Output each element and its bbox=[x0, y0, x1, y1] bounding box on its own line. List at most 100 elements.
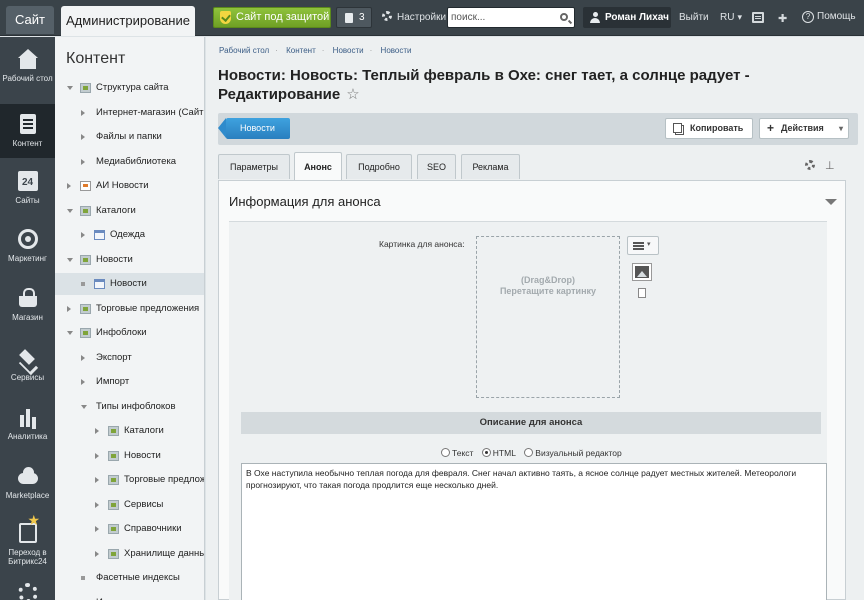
chevron-down-icon[interactable] bbox=[67, 208, 73, 213]
user-avatar-icon bbox=[590, 12, 600, 23]
chevron-right-icon[interactable] bbox=[81, 158, 85, 165]
search-input[interactable] bbox=[451, 10, 551, 25]
chevron-right-icon[interactable] bbox=[95, 428, 99, 434]
actions-button[interactable]: + Действия ▾ bbox=[759, 118, 849, 139]
notification-icon bbox=[345, 13, 353, 23]
tree-node[interactable]: Медиабиблиотека bbox=[55, 151, 204, 173]
image-menu-button[interactable] bbox=[627, 236, 659, 255]
chevron-right-icon[interactable] bbox=[67, 305, 71, 312]
tab-advertising[interactable]: Реклама bbox=[461, 154, 520, 179]
breadcrumb-item[interactable]: Контент bbox=[286, 46, 316, 55]
pin-icon[interactable]: ✚ bbox=[778, 12, 787, 25]
notifications-button[interactable]: 3 bbox=[336, 7, 372, 28]
radio-text[interactable]: Текст bbox=[441, 448, 473, 458]
tree-node[interactable]: Хранилище данных bbox=[55, 543, 204, 565]
user-menu[interactable]: Роман Лихач bbox=[583, 7, 671, 28]
image-icon[interactable] bbox=[632, 263, 652, 281]
nav-content[interactable]: Контент bbox=[0, 104, 55, 158]
tree-node[interactable]: Типы инфоблоков bbox=[55, 396, 204, 418]
nav-shop[interactable]: Магазин bbox=[0, 288, 55, 328]
breadcrumb-item[interactable]: Новости bbox=[333, 46, 364, 55]
chevron-right-icon[interactable] bbox=[95, 550, 99, 557]
chevron-right-icon[interactable] bbox=[95, 526, 99, 532]
tree-node[interactable]: Торговые предложения bbox=[55, 469, 204, 491]
back-to-list-button[interactable]: Новости bbox=[218, 118, 290, 139]
tree-node[interactable]: АИ Новости bbox=[55, 175, 204, 197]
chevron-right-icon[interactable] bbox=[95, 452, 99, 459]
breadcrumb-item[interactable]: Новости bbox=[381, 46, 412, 55]
copy-label: Копировать bbox=[690, 123, 744, 133]
news-icon bbox=[80, 181, 91, 191]
nav-marketplace[interactable]: Marketplace bbox=[0, 466, 55, 506]
tree-node[interactable]: Новости bbox=[55, 445, 204, 467]
nav-settings[interactable] bbox=[0, 583, 55, 600]
tree-node[interactable]: Экспорт bbox=[55, 347, 204, 369]
gear-icon[interactable] bbox=[805, 160, 815, 170]
language-selector[interactable]: RU bbox=[720, 12, 742, 23]
tree-node[interactable]: Инструменты bbox=[55, 592, 204, 600]
tree-node[interactable]: Инфоблоки bbox=[55, 322, 204, 344]
star-icon[interactable]: ☆ bbox=[346, 86, 359, 103]
settings-label: Настройки bbox=[397, 12, 447, 23]
nav-marketing[interactable]: Маркетинг bbox=[0, 229, 55, 269]
logout-link[interactable]: Выйти bbox=[679, 12, 709, 23]
tree-node[interactable]: Сервисы bbox=[55, 494, 204, 516]
tree-node[interactable]: Структура сайта bbox=[55, 77, 204, 99]
chevron-down-icon[interactable] bbox=[67, 331, 73, 335]
site-protected-button[interactable]: Сайт под защитой bbox=[213, 7, 331, 28]
breadcrumb-item[interactable]: Рабочий стол bbox=[219, 46, 269, 55]
nav-analytics[interactable]: Аналитика bbox=[0, 407, 55, 447]
tab-announce[interactable]: Анонс bbox=[294, 152, 342, 180]
tab-site[interactable]: Сайт bbox=[6, 6, 54, 34]
tree-node[interactable]: Файлы и папки bbox=[55, 126, 204, 148]
tree-node[interactable]: Новости bbox=[55, 273, 204, 295]
image-dropzone[interactable]: (Drag&Drop) Перетащите картинку bbox=[476, 236, 620, 398]
copy-button[interactable]: Копировать bbox=[665, 118, 753, 139]
tree-node[interactable]: Импорт bbox=[55, 371, 204, 393]
tab-seo[interactable]: SEO bbox=[417, 154, 456, 179]
tree-node[interactable]: Торговые предложения bbox=[55, 298, 204, 320]
chevron-right-icon[interactable] bbox=[81, 354, 85, 361]
tree-node-label: АИ Новости bbox=[96, 180, 149, 191]
tree-node[interactable]: Фасетные индексы bbox=[55, 567, 204, 589]
tree-node[interactable]: Каталоги bbox=[55, 420, 204, 442]
tree-node[interactable]: Интернет-магазин (Сайт по bbox=[55, 102, 204, 124]
target-icon bbox=[17, 229, 38, 249]
tree-node[interactable]: Одежда bbox=[55, 224, 204, 246]
nav-services[interactable]: Сервисы bbox=[0, 348, 55, 388]
tree-node-label: Инфоблоки bbox=[96, 327, 147, 338]
chevron-down-icon[interactable] bbox=[67, 257, 73, 262]
nav-bitrix24[interactable]: Переход в Битрикс24 bbox=[0, 516, 55, 571]
chevron-right-icon[interactable] bbox=[81, 134, 85, 140]
tab-parameters[interactable]: Параметры bbox=[218, 154, 290, 179]
chevron-right-icon[interactable] bbox=[81, 379, 85, 385]
radio-visual-editor[interactable]: Визуальный редактор bbox=[524, 448, 622, 458]
nav-desktop[interactable]: Рабочий стол bbox=[0, 49, 55, 97]
layers-icon bbox=[18, 348, 38, 368]
chevron-down-icon[interactable] bbox=[81, 404, 87, 409]
bullet-icon[interactable] bbox=[81, 576, 85, 580]
nav-sites[interactable]: Сайты bbox=[0, 171, 55, 211]
help-link[interactable]: ? Помощь bbox=[802, 11, 856, 23]
chevron-down-icon[interactable] bbox=[67, 86, 73, 90]
tab-detail[interactable]: Подробно bbox=[346, 154, 412, 179]
window-icon[interactable] bbox=[752, 12, 764, 23]
chevron-right-icon[interactable] bbox=[81, 232, 85, 238]
radio-html[interactable]: HTML bbox=[481, 448, 516, 458]
tree-node[interactable]: Справочники bbox=[55, 518, 204, 540]
tab-administration[interactable]: Администрирование bbox=[61, 6, 195, 36]
file-icon[interactable] bbox=[638, 288, 646, 298]
chevron-right-icon[interactable] bbox=[95, 477, 99, 483]
collapse-icon[interactable] bbox=[825, 199, 837, 205]
tree-node[interactable]: Новости bbox=[55, 249, 204, 271]
main-area: Рабочий стол · Контент · Новости · Новости … bbox=[206, 37, 864, 600]
chevron-right-icon[interactable] bbox=[95, 501, 99, 508]
search-icon[interactable] bbox=[560, 13, 568, 21]
tree-node[interactable]: Каталоги bbox=[55, 200, 204, 222]
settings-link[interactable]: Настройки bbox=[382, 11, 446, 23]
chevron-right-icon[interactable] bbox=[67, 183, 71, 189]
pin-icon[interactable]: ⊥ bbox=[825, 160, 835, 172]
description-textarea[interactable]: В Охе наступила необычно теплая погода д… bbox=[241, 463, 827, 600]
bullet-icon[interactable] bbox=[81, 282, 85, 286]
chevron-right-icon[interactable] bbox=[81, 109, 85, 116]
